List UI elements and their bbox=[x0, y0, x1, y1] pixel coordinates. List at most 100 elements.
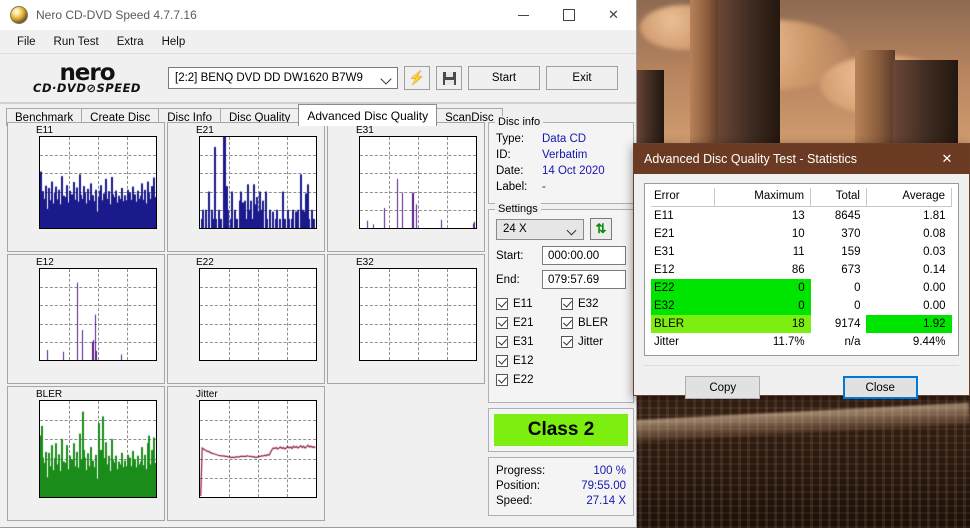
cell-error: E21 bbox=[654, 228, 675, 240]
table-row: Jitter 11.7% n/a 9.44% bbox=[651, 333, 952, 351]
speed-select[interactable]: 24 X bbox=[496, 218, 584, 240]
checkmark-icon bbox=[496, 354, 508, 367]
start-button[interactable]: Start bbox=[468, 66, 540, 90]
gridline bbox=[389, 269, 390, 360]
progress-label: Progress: bbox=[496, 465, 546, 477]
cell-total: 0 bbox=[854, 300, 861, 312]
checkbox-e22[interactable]: E22 bbox=[496, 370, 561, 389]
save-button[interactable] bbox=[436, 66, 462, 90]
speed-test-button[interactable]: ⚡ bbox=[404, 66, 430, 90]
gridline bbox=[418, 269, 419, 360]
menu-help[interactable]: Help bbox=[153, 33, 195, 51]
checkbox-jitter[interactable]: Jitter bbox=[561, 332, 626, 351]
label-id: ID: bbox=[496, 149, 511, 161]
chart-title: E12 bbox=[36, 257, 54, 268]
start-input[interactable]: 000:00.00 bbox=[542, 246, 626, 265]
tab-content: E1148121620020406080E21246810020406080E3… bbox=[4, 116, 634, 525]
cell-total: 370 bbox=[841, 228, 861, 240]
label-date: Date: bbox=[496, 165, 524, 177]
value-type: Data CD bbox=[542, 133, 587, 145]
disc-info-legend: Disc info bbox=[495, 116, 544, 128]
gridline bbox=[287, 269, 288, 360]
chart-e12: E1220406080100020406080 bbox=[7, 254, 165, 384]
cell-average: 0.00 bbox=[923, 282, 946, 294]
checkmark-icon bbox=[496, 335, 508, 348]
cell-error: E11 bbox=[654, 210, 674, 222]
statistics-dialog-title: Advanced Disc Quality Test - Statistics bbox=[644, 152, 858, 166]
window-controls: ✕ bbox=[501, 0, 636, 30]
checkbox-e21[interactable]: E21 bbox=[496, 313, 561, 332]
checkbox-bler[interactable]: BLER bbox=[561, 313, 626, 332]
close-dialog-button[interactable]: Close bbox=[842, 376, 918, 399]
checkbox-bler-label: BLER bbox=[578, 316, 609, 329]
plot-area: 246810020406080 bbox=[199, 268, 317, 361]
error-checkboxes: E11 E21 E31 E12 E22 E32 BLER Jitter bbox=[496, 294, 626, 389]
disc-info-row-label: Label: - bbox=[496, 179, 626, 195]
menu-extra[interactable]: Extra bbox=[108, 33, 153, 51]
table-row: BLER 18 9174 1.92 bbox=[651, 315, 952, 333]
checkbox-e32[interactable]: E32 bbox=[561, 294, 626, 313]
chart-e11: E1148121620020406080 bbox=[7, 122, 165, 252]
cell-average: 0.14 bbox=[923, 264, 946, 276]
chart-title: E21 bbox=[196, 125, 214, 136]
close-icon[interactable]: ✕ bbox=[925, 144, 969, 174]
checkbox-e31-label: E31 bbox=[513, 335, 534, 348]
checkbox-e11[interactable]: E11 bbox=[496, 294, 561, 313]
chart-title: E22 bbox=[196, 257, 214, 268]
cell-error: E12 bbox=[654, 264, 675, 276]
cell-maximum: 18 bbox=[714, 315, 811, 333]
cell-average: 9.44% bbox=[912, 336, 946, 348]
table-row: E12 86 673 0.14 bbox=[651, 261, 952, 279]
plot-area: 48121620020406080 bbox=[39, 136, 157, 229]
chart-title: Jitter bbox=[196, 389, 218, 400]
cell-error: E22 bbox=[651, 279, 715, 297]
settings-legend: Settings bbox=[495, 203, 541, 215]
checkbox-e31[interactable]: E31 bbox=[496, 332, 561, 351]
cell-maximum: 0 bbox=[714, 297, 811, 315]
minimize-button[interactable] bbox=[501, 0, 546, 30]
cell-maximum: 11.7% bbox=[772, 336, 805, 348]
exit-button[interactable]: Exit bbox=[546, 66, 618, 90]
speed-label: Speed: bbox=[496, 495, 533, 507]
disc-info-group: Disc info Type: Data CD ID: Verbatim Dat… bbox=[488, 116, 634, 204]
plot-area: 48121620020406080 bbox=[39, 400, 157, 498]
cell-average: 1.92 bbox=[866, 315, 952, 333]
speed-select-value: 24 X bbox=[503, 223, 527, 235]
cell-average: 0.03 bbox=[923, 246, 946, 258]
end-input[interactable]: 079:57.69 bbox=[542, 270, 626, 289]
cell-total: 8645 bbox=[834, 210, 861, 222]
chart-title: E31 bbox=[356, 125, 374, 136]
refresh-button[interactable]: ⇅ bbox=[590, 218, 612, 240]
value-date: 14 Oct 2020 bbox=[542, 165, 605, 177]
app-icon bbox=[10, 6, 28, 24]
plot-area: 246810020406080 bbox=[199, 136, 317, 229]
position-label: Position: bbox=[496, 480, 541, 492]
tab-advanced-disc-quality[interactable]: Advanced Disc Quality bbox=[298, 104, 438, 126]
checkbox-e32-label: E32 bbox=[578, 297, 599, 310]
progress-row: Progress: 100 % bbox=[496, 464, 626, 479]
close-button[interactable]: ✕ bbox=[591, 0, 636, 30]
copy-button[interactable]: Copy bbox=[685, 376, 761, 399]
chart-series bbox=[360, 137, 476, 228]
disc-info-row-id: ID: Verbatim bbox=[496, 147, 626, 163]
menu-run-test[interactable]: Run Test bbox=[45, 33, 108, 51]
chevron-down-icon bbox=[566, 225, 577, 235]
table-row: E22 0 0 0.00 bbox=[651, 279, 952, 297]
charts-grid: E1148121620020406080E21246810020406080E3… bbox=[7, 122, 487, 523]
checkbox-e12[interactable]: E12 bbox=[496, 351, 561, 370]
cell-error: BLER bbox=[651, 315, 715, 333]
disc-info-row-type: Type: Data CD bbox=[496, 131, 626, 147]
cell-average: 1.81 bbox=[923, 210, 946, 222]
chart-series bbox=[200, 137, 316, 228]
menu-file[interactable]: File bbox=[8, 33, 45, 51]
drive-select[interactable]: [2:2] BENQ DVD DD DW1620 B7W9 bbox=[168, 67, 398, 89]
maximize-button[interactable] bbox=[546, 0, 591, 30]
statistics-dialog-footer: Copy Close bbox=[644, 365, 959, 399]
statistics-dialog: Advanced Disc Quality Test - Statistics … bbox=[633, 143, 970, 399]
checkbox-e22-label: E22 bbox=[513, 373, 534, 386]
checkmark-icon bbox=[561, 316, 573, 329]
statistics-table-body: E11 13 8645 1.81 E21 10 370 0.08 E31 11 159 0.03 E12… bbox=[651, 207, 952, 352]
statistics-dialog-title-bar: Advanced Disc Quality Test - Statistics … bbox=[634, 144, 969, 174]
chart-e32: E32246810020406080 bbox=[327, 254, 485, 384]
label-type: Type: bbox=[496, 133, 525, 145]
